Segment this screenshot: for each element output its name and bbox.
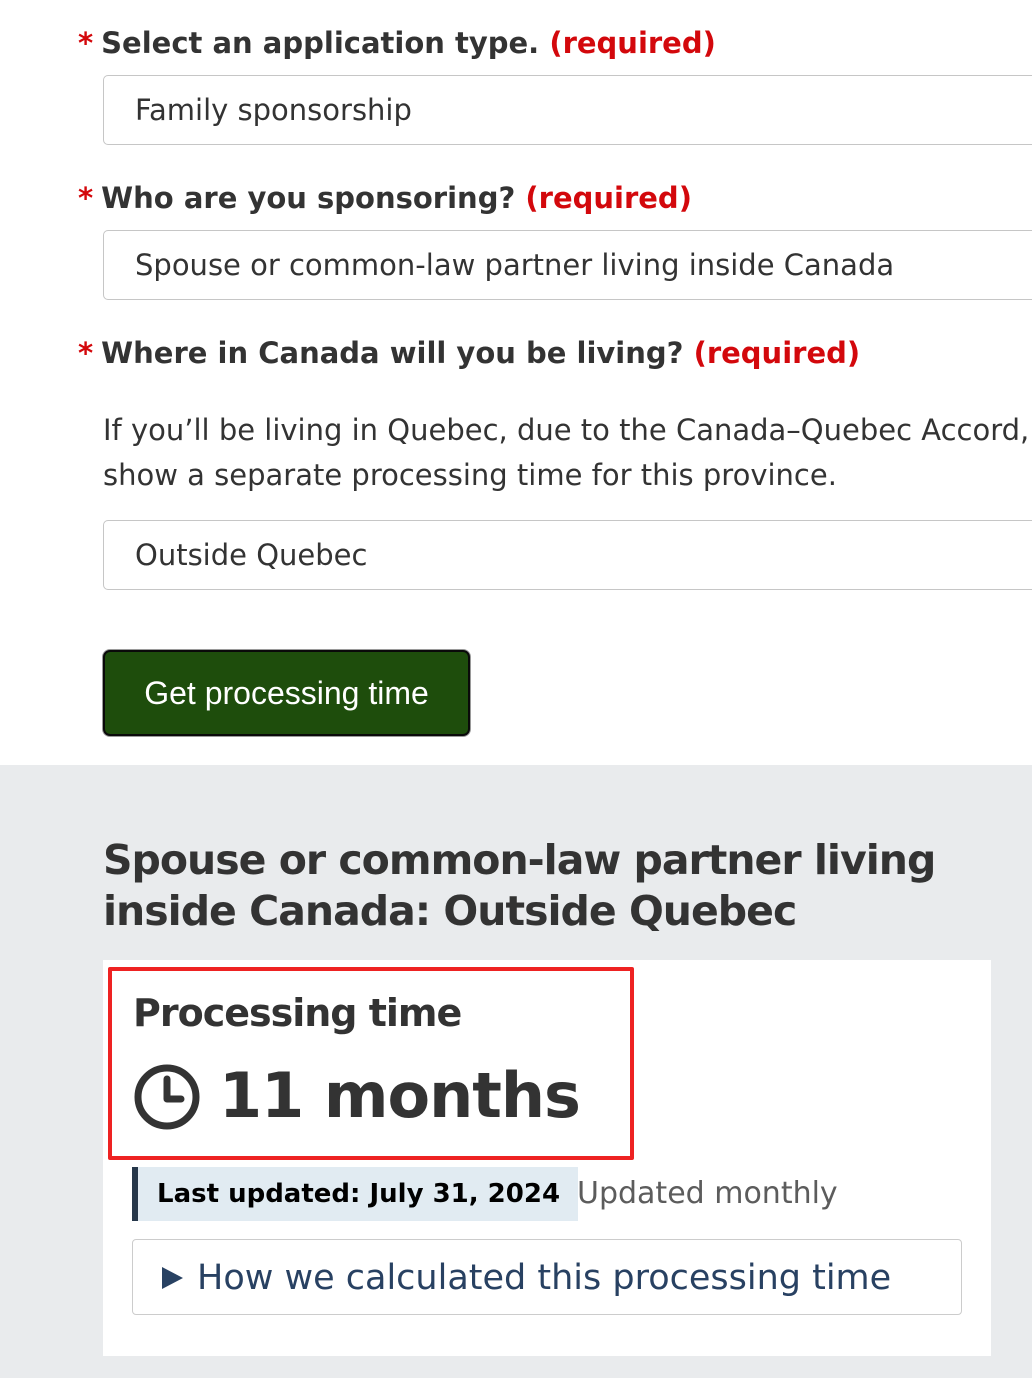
location-label-text: Where in Canada will you be living?	[101, 336, 684, 370]
clock-icon	[134, 1064, 200, 1130]
quebec-help-text: If you’ll be living in Quebec, due to th…	[103, 408, 1032, 498]
required-indicator: (required)	[549, 26, 716, 60]
get-processing-time-button[interactable]: Get processing time	[103, 650, 470, 736]
application-type-select[interactable]: Family sponsorship	[103, 75, 1032, 145]
results-section: Spouse or common-law partner living insi…	[0, 765, 1032, 1378]
application-type-label-text: Select an application type.	[101, 26, 540, 60]
update-frequency: Updated monthly	[577, 1176, 838, 1211]
triangle-right-icon	[162, 1267, 183, 1289]
sponsoring-label-text: Who are you sponsoring?	[101, 181, 516, 215]
processing-time-form: * Select an application type. (required) …	[0, 0, 1032, 765]
quebec-help-line-2: show a separate processing time for this…	[103, 458, 837, 492]
sponsoring-label: * Who are you sponsoring? (required)	[78, 180, 692, 216]
processing-time-label: Processing time	[133, 991, 462, 1035]
required-star: *	[78, 336, 94, 370]
location-label: * Where in Canada will you be living? (re…	[78, 335, 860, 371]
how-calculated-details-toggle[interactable]: How we calculated this processing time	[132, 1239, 962, 1315]
required-star: *	[78, 181, 94, 215]
required-star: *	[78, 26, 94, 60]
result-heading: Spouse or common-law partner living insi…	[103, 836, 936, 935]
how-calculated-summary[interactable]: How we calculated this processing time	[197, 1240, 891, 1316]
required-indicator: (required)	[525, 181, 692, 215]
processing-time-value: 11 months	[219, 1059, 581, 1132]
quebec-help-line-1: If you’ll be living in Quebec, due to th…	[103, 413, 1030, 447]
last-updated-badge: Last updated: July 31, 2024	[132, 1167, 579, 1221]
location-select[interactable]: Outside Quebec	[103, 520, 1032, 590]
processing-time-card: Processing time 11 months Last updated: …	[103, 960, 991, 1356]
sponsoring-select[interactable]: Spouse or common-law partner living insi…	[103, 230, 1032, 300]
required-indicator: (required)	[693, 336, 861, 370]
application-type-label: * Select an application type. (required)	[78, 25, 716, 61]
page: * Select an application type. (required) …	[0, 0, 1032, 1378]
